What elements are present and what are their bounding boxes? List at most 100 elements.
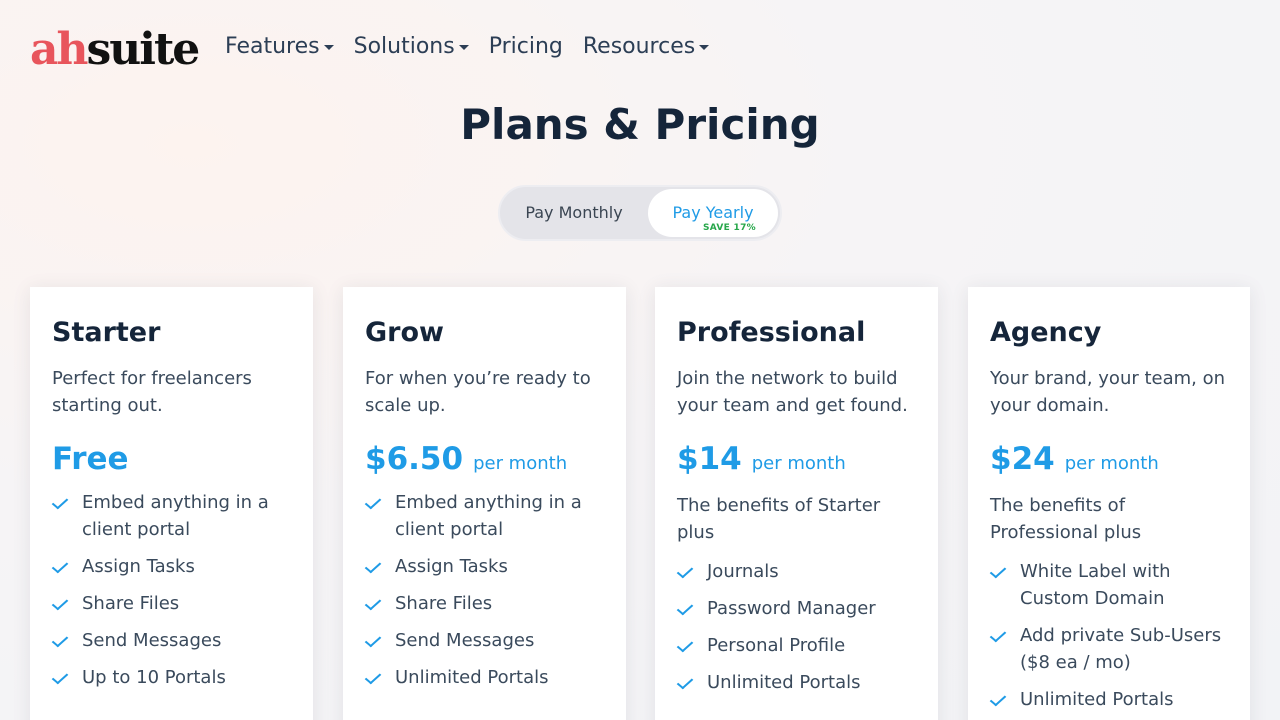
feature-item: Password Manager <box>677 595 916 622</box>
price-row: Free <box>52 441 291 477</box>
plan-price: $14 <box>677 441 742 477</box>
plan-card-agency: Agency Your brand, your team, on your do… <box>968 287 1250 720</box>
feature-text: Unlimited Portals <box>395 667 549 688</box>
check-icon <box>52 489 82 516</box>
feature-text: Up to 10 Portals <box>82 667 226 688</box>
feature-text: Assign Tasks <box>82 556 195 577</box>
feature-item: Add private Sub-Users ($8 ea / mo) <box>990 622 1228 676</box>
check-icon <box>990 622 1020 649</box>
check-icon <box>365 590 395 617</box>
feature-text: Add private Sub-Users ($8 ea / mo) <box>1020 625 1222 673</box>
feature-text: Unlimited Portals <box>707 672 861 693</box>
plan-description: Perfect for freelancers starting out. <box>52 368 252 416</box>
feature-item: Embed anything in a client portal <box>52 489 291 543</box>
feature-text: Send Messages <box>395 630 535 651</box>
feature-item: Send Messages <box>365 627 604 654</box>
main-nav: Features Solutions Pricing Resources <box>225 34 710 59</box>
check-icon <box>365 553 395 580</box>
plan-card-professional: Professional Join the network to build y… <box>655 287 938 720</box>
check-icon <box>990 686 1020 713</box>
feature-item: White Label with Custom Domain <box>990 558 1228 612</box>
nav-resources[interactable]: Resources <box>582 34 710 59</box>
feature-item: Send Messages <box>52 627 291 654</box>
plan-name: Grow <box>365 317 444 348</box>
feature-list: Embed anything in a client portal Assign… <box>365 489 604 691</box>
plan-name: Agency <box>990 317 1102 348</box>
feature-text: Assign Tasks <box>395 556 508 577</box>
check-icon <box>52 590 82 617</box>
check-icon <box>365 664 395 691</box>
price-row: $24 per month <box>990 441 1228 477</box>
nav-solutions-label: Solutions <box>353 34 455 59</box>
billing-toggle[interactable]: Pay Monthly Pay Yearly SAVE 17% <box>498 185 782 241</box>
chevron-down-icon <box>458 45 469 50</box>
plan-price: Free <box>52 441 129 477</box>
plan-name: Professional <box>677 317 866 348</box>
save-badge: SAVE 17% <box>702 223 756 233</box>
feature-text: Personal Profile <box>707 635 846 656</box>
feature-list: White Label with Custom Domain Add priva… <box>990 558 1228 713</box>
feature-item: Unlimited Portals <box>990 686 1228 713</box>
pay-monthly-option[interactable]: Pay Monthly <box>500 187 648 239</box>
feature-text: White Label with Custom Domain <box>1020 561 1171 609</box>
plan-description: For when you’re ready to scale up. <box>365 368 591 416</box>
feature-item: Personal Profile <box>677 632 916 659</box>
nav-solutions[interactable]: Solutions <box>354 34 469 59</box>
feature-item: Up to 10 Portals <box>52 664 291 691</box>
check-icon <box>677 632 707 659</box>
plan-intro: The benefits of Professional plus <box>990 495 1142 543</box>
ahsuite-logo[interactable]: ah suite <box>30 24 201 75</box>
price-period: per month <box>1064 453 1159 474</box>
check-icon <box>677 558 707 585</box>
feature-text: Send Messages <box>82 630 222 651</box>
plan-price: $6.50 <box>365 441 464 477</box>
page-title: Plans & Pricing <box>460 100 820 149</box>
feature-text: Password Manager <box>707 598 876 619</box>
check-icon <box>677 595 707 622</box>
feature-item: Share Files <box>365 590 604 617</box>
price-row: $6.50 per month <box>365 441 604 477</box>
logo-mark: ah <box>30 24 88 75</box>
logo-wordmark: suite <box>86 24 201 75</box>
plan-name: Starter <box>52 317 161 348</box>
check-icon <box>52 627 82 654</box>
feature-item: Unlimited Portals <box>677 669 916 696</box>
feature-text: Unlimited Portals <box>1020 689 1174 710</box>
chevron-down-icon <box>699 45 710 50</box>
plan-intro: The benefits of Starter plus <box>677 495 881 543</box>
chevron-down-icon <box>323 45 334 50</box>
feature-text: Embed anything in a client portal <box>82 492 269 540</box>
feature-item: Assign Tasks <box>365 553 604 580</box>
check-icon <box>365 489 395 516</box>
check-icon <box>990 558 1020 585</box>
pay-yearly-option[interactable]: Pay Yearly SAVE 17% <box>648 189 778 237</box>
feature-list: Journals Password Manager Personal Profi… <box>677 558 916 696</box>
nav-features[interactable]: Features <box>225 34 334 59</box>
nav-pricing[interactable]: Pricing <box>489 34 563 59</box>
plan-card-grow: Grow For when you’re ready to scale up. … <box>343 287 626 720</box>
feature-item: Assign Tasks <box>52 553 291 580</box>
feature-text: Share Files <box>82 593 180 614</box>
feature-text: Share Files <box>395 593 493 614</box>
feature-item: Embed anything in a client portal <box>365 489 604 543</box>
price-period: per month <box>473 453 568 474</box>
feature-item: Share Files <box>52 590 291 617</box>
price-row: $14 per month <box>677 441 916 477</box>
feature-list: Embed anything in a client portal Assign… <box>52 489 291 691</box>
price-period: per month <box>751 453 846 474</box>
plan-description: Your brand, your team, on your domain. <box>990 368 1226 416</box>
nav-features-label: Features <box>225 34 320 59</box>
check-icon <box>52 664 82 691</box>
feature-text: Journals <box>707 561 779 582</box>
nav-pricing-label: Pricing <box>488 34 563 59</box>
feature-item: Unlimited Portals <box>365 664 604 691</box>
nav-resources-label: Resources <box>582 34 696 59</box>
check-icon <box>677 669 707 696</box>
check-icon <box>52 553 82 580</box>
plan-price: $24 <box>990 441 1055 477</box>
pay-yearly-label: Pay Yearly <box>672 203 754 222</box>
plan-card-starter: Starter Perfect for freelancers starting… <box>30 287 313 720</box>
plan-description: Join the network to build your team and … <box>677 368 908 416</box>
feature-item: Journals <box>677 558 916 585</box>
check-icon <box>365 627 395 654</box>
